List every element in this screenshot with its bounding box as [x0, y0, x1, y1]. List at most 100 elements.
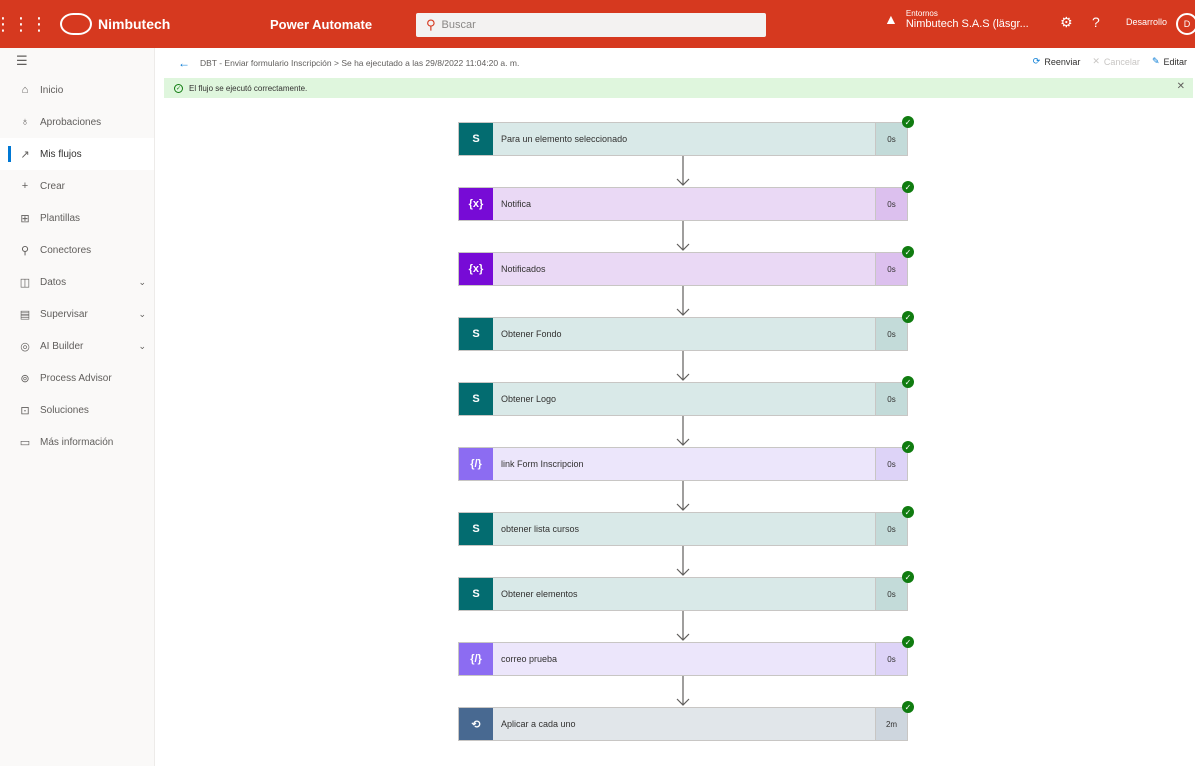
data-icon: ◫: [19, 276, 31, 289]
hamburger-menu-icon[interactable]: ☰: [0, 48, 154, 74]
sidebar-item[interactable]: ◫ Datos ⌄: [0, 266, 154, 298]
info-book-icon: ▭: [19, 436, 31, 449]
sidebar-item[interactable]: ⌂ Inicio: [0, 74, 154, 106]
search-input[interactable]: Buscar: [442, 19, 476, 31]
sidebar-item[interactable]: ↗ Mis flujos: [0, 138, 154, 170]
flow-step[interactable]: {x} Notificados 0s ✓: [458, 246, 914, 286]
sharepoint-icon: S: [459, 318, 493, 350]
cancel-button[interactable]: ✕ Cancelar: [1092, 56, 1140, 67]
flow-step-duration: 0s: [875, 253, 907, 285]
chevron-down-icon[interactable]: ⌄: [138, 309, 146, 320]
flow-step[interactable]: {x} Notifica 0s ✓: [458, 181, 914, 221]
plus-icon: +: [21, 180, 29, 192]
environment-picker[interactable]: ▲ Entornos Nimbutech S.A.S (läsgr...: [884, 8, 1029, 30]
success-check-icon: ✓: [902, 636, 914, 648]
sidebar-item-label: Inicio: [40, 84, 64, 96]
sidebar-item-label: Crear: [40, 180, 66, 192]
cancel-label: Cancelar: [1103, 56, 1140, 67]
pencil-icon: ✎: [1151, 56, 1160, 66]
loop-icon: ⟲: [459, 708, 493, 740]
search-box[interactable]: ⚲ Buscar: [416, 13, 766, 37]
connector-arrow-icon: [676, 286, 690, 316]
flow-step-duration: 0s: [875, 383, 907, 415]
success-check-icon: ✓: [902, 311, 914, 323]
flow-step[interactable]: Sobtener lista cursos 0s ✓: [458, 506, 914, 546]
app-launcher-icon[interactable]: ⋮⋮⋮: [0, 0, 48, 48]
top-bar: ⋮⋮⋮ Nimbutech Power Automate ⚲ Buscar ▲ …: [0, 0, 1195, 48]
flow-step[interactable]: {/} link Form Inscripcion 0s ✓: [458, 441, 914, 481]
flow-step-title: Obtener elementos: [501, 589, 578, 599]
sidebar-item[interactable]: ▭ Más información: [0, 426, 154, 458]
close-banner-icon[interactable]: ✕: [1177, 81, 1185, 92]
connector-arrow-icon: [676, 611, 690, 641]
flow-step[interactable]: S Obtener Fondo 0s ✓: [458, 311, 914, 351]
sidebar-item-label: Aprobaciones: [40, 116, 102, 128]
refresh-icon: ⟳: [1032, 56, 1041, 66]
sidebar-item[interactable]: ⊡ Soluciones: [0, 394, 154, 426]
sidebar-item-label: AI Builder: [40, 340, 84, 352]
sharepoint-icon: S: [459, 383, 493, 415]
flow-step[interactable]: S Para un elemento seleccionado 0s ✓: [458, 116, 914, 156]
resubmit-button[interactable]: ⟳ Reenviar: [1033, 56, 1081, 67]
success-check-icon: ✓: [902, 571, 914, 583]
environment-icon: ▲: [884, 11, 898, 27]
sharepoint-icon: S: [459, 513, 493, 545]
flow-step[interactable]: ⟲ Aplicar a cada uno 2m ✓: [458, 701, 914, 741]
sidebar-item[interactable]: + Crear: [0, 170, 154, 202]
connector-arrow-icon: [676, 351, 690, 381]
connector-arrow-icon: [676, 481, 690, 511]
approvals-icon: ♁: [20, 116, 30, 128]
success-check-icon: ✓: [902, 181, 914, 193]
sidebar-item[interactable]: ▤ Supervisar ⌄: [0, 298, 154, 330]
app-name[interactable]: Power Automate: [270, 17, 420, 32]
flow-step[interactable]: S Obtener Logo 0s ✓: [458, 376, 914, 416]
developer-label: Desarrollo: [1126, 17, 1168, 27]
compose-icon: {/}: [459, 643, 493, 675]
flow-step-duration: 0s: [875, 318, 907, 350]
sidebar-item[interactable]: ♁ Aprobaciones: [0, 106, 154, 138]
flow-step-duration: 0s: [875, 448, 907, 480]
flow-step-duration: 0s: [875, 188, 907, 220]
connectors-icon: ⚲: [20, 244, 30, 257]
search-icon: ⚲: [426, 17, 436, 32]
success-check-icon: ✓: [902, 116, 914, 128]
sidebar-item[interactable]: ⚲ Conectores: [0, 234, 154, 266]
sidebar-item-label: Process Advisor: [40, 372, 112, 384]
sidebar-item-label: Soluciones: [40, 404, 89, 416]
command-bar: ← DBT - Enviar formulario Inscripción > …: [156, 48, 1195, 78]
flow-step[interactable]: {/} correo prueba 0s ✓: [458, 636, 914, 676]
variable-icon: {x}: [459, 188, 493, 220]
chevron-down-icon[interactable]: ⌄: [138, 277, 146, 288]
help-icon[interactable]: ?: [1092, 14, 1100, 30]
sidebar-item[interactable]: ⊚ Process Advisor: [0, 362, 154, 394]
sidebar-item-label: Datos: [40, 276, 67, 288]
flow-step-title: obtener lista cursos: [501, 524, 580, 534]
success-check-icon: ✓: [902, 246, 914, 258]
success-check-icon: ✓: [902, 441, 914, 453]
flow-step[interactable]: S Obtener elementos 0s ✓: [458, 571, 914, 611]
success-banner: ✓ El flujo se ejecutó correctamente. ✕: [164, 78, 1193, 98]
flow-step-duration: 0s: [875, 578, 907, 610]
flow-step-title: Notifica: [501, 199, 532, 209]
templates-icon: ⊞: [20, 212, 30, 225]
monitor-icon: ▤: [19, 308, 31, 321]
edit-button[interactable]: ✎ Editar: [1152, 56, 1187, 67]
sidebar-item[interactable]: ⊞ Plantillas: [0, 202, 154, 234]
sidebar-item-label: Conectores: [40, 244, 92, 256]
chevron-down-icon[interactable]: ⌄: [138, 341, 146, 352]
solutions-icon: ⊡: [20, 404, 30, 417]
settings-gear-icon[interactable]: ⚙: [1060, 14, 1073, 31]
compose-icon: {/}: [459, 448, 493, 480]
sidebar-item-label: Supervisar: [40, 308, 88, 320]
flow-canvas: S Para un elemento seleccionado 0s ✓ {x} Noti…: [156, 100, 1195, 766]
avatar[interactable]: D: [1176, 13, 1195, 35]
flows-icon: ↗: [20, 148, 30, 161]
close-icon: ✕: [1092, 56, 1100, 66]
sharepoint-icon: S: [459, 123, 493, 155]
back-arrow-icon[interactable]: ←: [178, 56, 190, 70]
flow-step-duration: 2m: [875, 708, 907, 740]
process-advisor-icon: ⊚: [20, 372, 30, 385]
brand[interactable]: Nimbutech: [60, 13, 210, 35]
sidebar-item[interactable]: ◎ AI Builder ⌄: [0, 330, 154, 362]
brand-name: Nimbutech: [98, 16, 171, 32]
